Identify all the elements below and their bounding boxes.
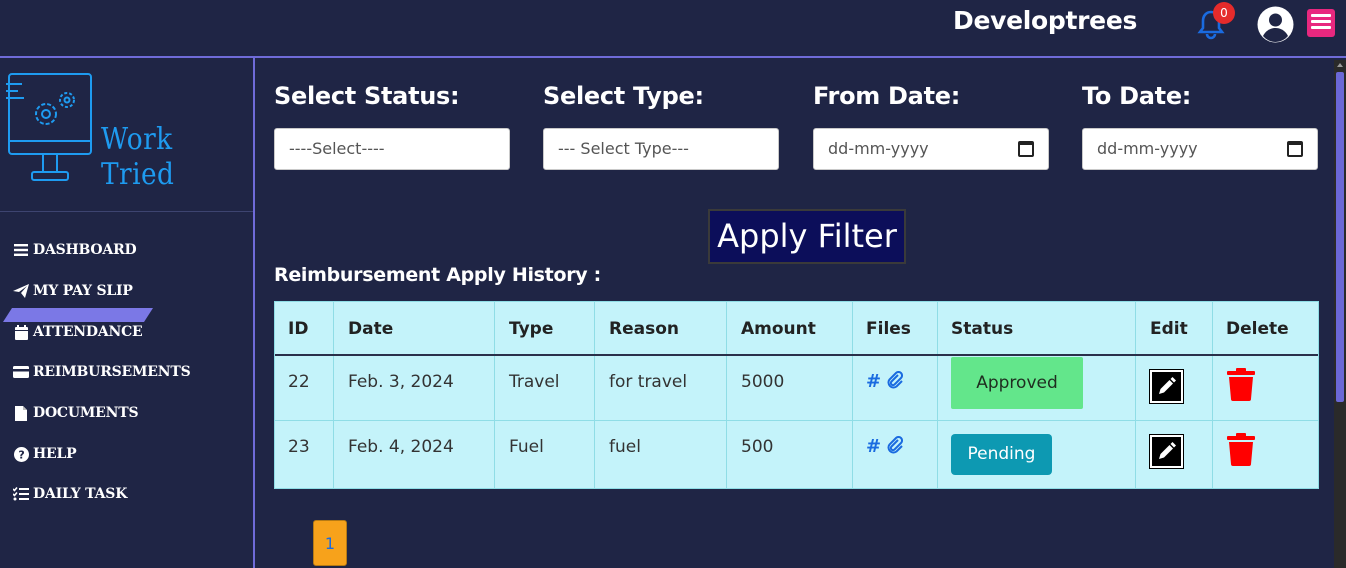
cell-id: 23 <box>288 437 310 457</box>
column-header-amount: Amount <box>741 319 816 339</box>
file-hash-link[interactable]: # <box>866 436 881 457</box>
reimbursement-table: ID Date Type Reason Amount Files Status … <box>274 301 1319 489</box>
column-header-date: Date <box>348 319 394 339</box>
question-circle-icon: ? <box>13 446 29 462</box>
type-filter-label: Select Type: <box>543 82 704 110</box>
bars-icon <box>13 242 29 258</box>
sidebar-item-daily-task[interactable]: DAILY TASK <box>13 484 127 504</box>
column-divider <box>1212 302 1213 488</box>
sidebar-item-label: DAILY TASK <box>33 486 128 502</box>
type-select-value: --- Select Type--- <box>558 139 689 158</box>
svg-text:?: ? <box>18 448 24 461</box>
logo: Work Tried <box>2 70 242 192</box>
edit-icon[interactable] <box>1149 369 1184 404</box>
type-select[interactable]: --- Select Type--- <box>543 128 779 170</box>
column-header-delete: Delete <box>1226 319 1289 339</box>
column-divider <box>852 302 853 488</box>
from-date-input[interactable]: dd-mm-yyyy <box>813 128 1049 170</box>
row-divider <box>275 420 1318 421</box>
sidebar-item-dashboard[interactable]: DASHBOARD <box>13 240 137 260</box>
hamburger-menu-button[interactable] <box>1307 9 1335 37</box>
sidebar-item-reimbursements[interactable]: REIMBURSEMENTS <box>13 362 191 382</box>
cell-type: Travel <box>509 372 560 392</box>
cell-amount: 500 <box>741 437 774 457</box>
user-avatar-icon[interactable] <box>1257 6 1294 43</box>
cell-amount: 5000 <box>741 372 785 392</box>
sidebar-item-label: MY PAY SLIP <box>33 283 133 299</box>
column-header-status: Status <box>951 319 1014 339</box>
logo-text: Work Tried <box>101 122 175 192</box>
notification-count-badge: 0 <box>1213 2 1235 24</box>
file-link[interactable]: # <box>866 370 904 392</box>
column-divider <box>594 302 595 488</box>
cell-type: Fuel <box>509 437 544 457</box>
from-date-placeholder: dd-mm-yyyy <box>828 139 929 158</box>
cell-reason: for travel <box>609 372 688 392</box>
column-divider <box>937 302 938 488</box>
to-date-label: To Date: <box>1082 82 1192 110</box>
history-title: Reimbursement Apply History : <box>274 264 601 286</box>
status-badge-approved: Approved <box>951 357 1083 409</box>
paper-plane-icon <box>13 283 29 299</box>
sidebar-item-label: REIMBURSEMENTS <box>33 364 191 380</box>
status-filter-label: Select Status: <box>274 82 460 110</box>
credit-card-icon <box>13 364 29 380</box>
column-header-edit: Edit <box>1150 319 1188 339</box>
column-header-reason: Reason <box>609 319 679 339</box>
delete-trash-icon[interactable] <box>1227 368 1255 401</box>
calendar-picker-icon[interactable] <box>1018 141 1034 157</box>
delete-trash-icon[interactable] <box>1227 433 1255 466</box>
paperclip-icon[interactable] <box>887 370 904 389</box>
column-divider <box>1135 302 1136 488</box>
scroll-up-arrow-icon[interactable] <box>1337 63 1343 67</box>
status-select-value: ----Select---- <box>289 139 385 158</box>
list-check-icon <box>13 486 29 502</box>
scrollbar-thumb[interactable] <box>1336 72 1344 402</box>
file-link[interactable]: # <box>866 435 904 457</box>
cell-date: Feb. 3, 2024 <box>348 372 454 392</box>
column-divider <box>726 302 727 488</box>
sidebar-divider <box>0 211 253 212</box>
column-header-type: Type <box>509 319 554 339</box>
active-nav-indicator <box>3 308 153 322</box>
header-divider <box>275 354 1318 356</box>
sidebar-item-my-pay-slip[interactable]: MY PAY SLIP <box>13 281 133 301</box>
column-divider <box>494 302 495 488</box>
paperclip-icon[interactable] <box>887 435 904 454</box>
cell-date: Feb. 4, 2024 <box>348 437 454 457</box>
sidebar-item-label: HELP <box>33 446 77 462</box>
sidebar-item-documents[interactable]: DOCUMENTS <box>13 403 139 423</box>
pagination-page-button[interactable]: 1 <box>313 520 347 566</box>
file-icon <box>13 405 29 421</box>
file-hash-link[interactable]: # <box>866 371 881 392</box>
column-header-id: ID <box>288 319 309 339</box>
brand-name: Developtrees <box>953 6 1138 35</box>
calendar-picker-icon[interactable] <box>1287 141 1303 157</box>
cell-reason: fuel <box>609 437 641 457</box>
edit-icon[interactable] <box>1149 434 1184 469</box>
sidebar-item-label: DOCUMENTS <box>33 405 139 421</box>
calendar-icon <box>13 324 29 340</box>
column-header-files: Files <box>866 319 911 339</box>
to-date-input[interactable]: dd-mm-yyyy <box>1082 128 1318 170</box>
status-badge-pending: Pending <box>951 434 1052 475</box>
sidebar-item-attendance[interactable]: ATTENDANCE <box>13 322 143 342</box>
sidebar-item-label: ATTENDANCE <box>33 324 143 340</box>
sidebar-item-label: DASHBOARD <box>33 242 137 258</box>
column-divider <box>333 302 334 488</box>
to-date-placeholder: dd-mm-yyyy <box>1097 139 1198 158</box>
top-navbar: Developtrees 0 <box>0 0 1346 58</box>
sidebar-item-help[interactable]: ? HELP <box>13 444 77 464</box>
cell-id: 22 <box>288 372 310 392</box>
vertical-scrollbar[interactable] <box>1334 60 1346 568</box>
apply-filter-button[interactable]: Apply Filter <box>708 209 906 264</box>
from-date-label: From Date: <box>813 82 961 110</box>
status-select[interactable]: ----Select---- <box>274 128 510 170</box>
